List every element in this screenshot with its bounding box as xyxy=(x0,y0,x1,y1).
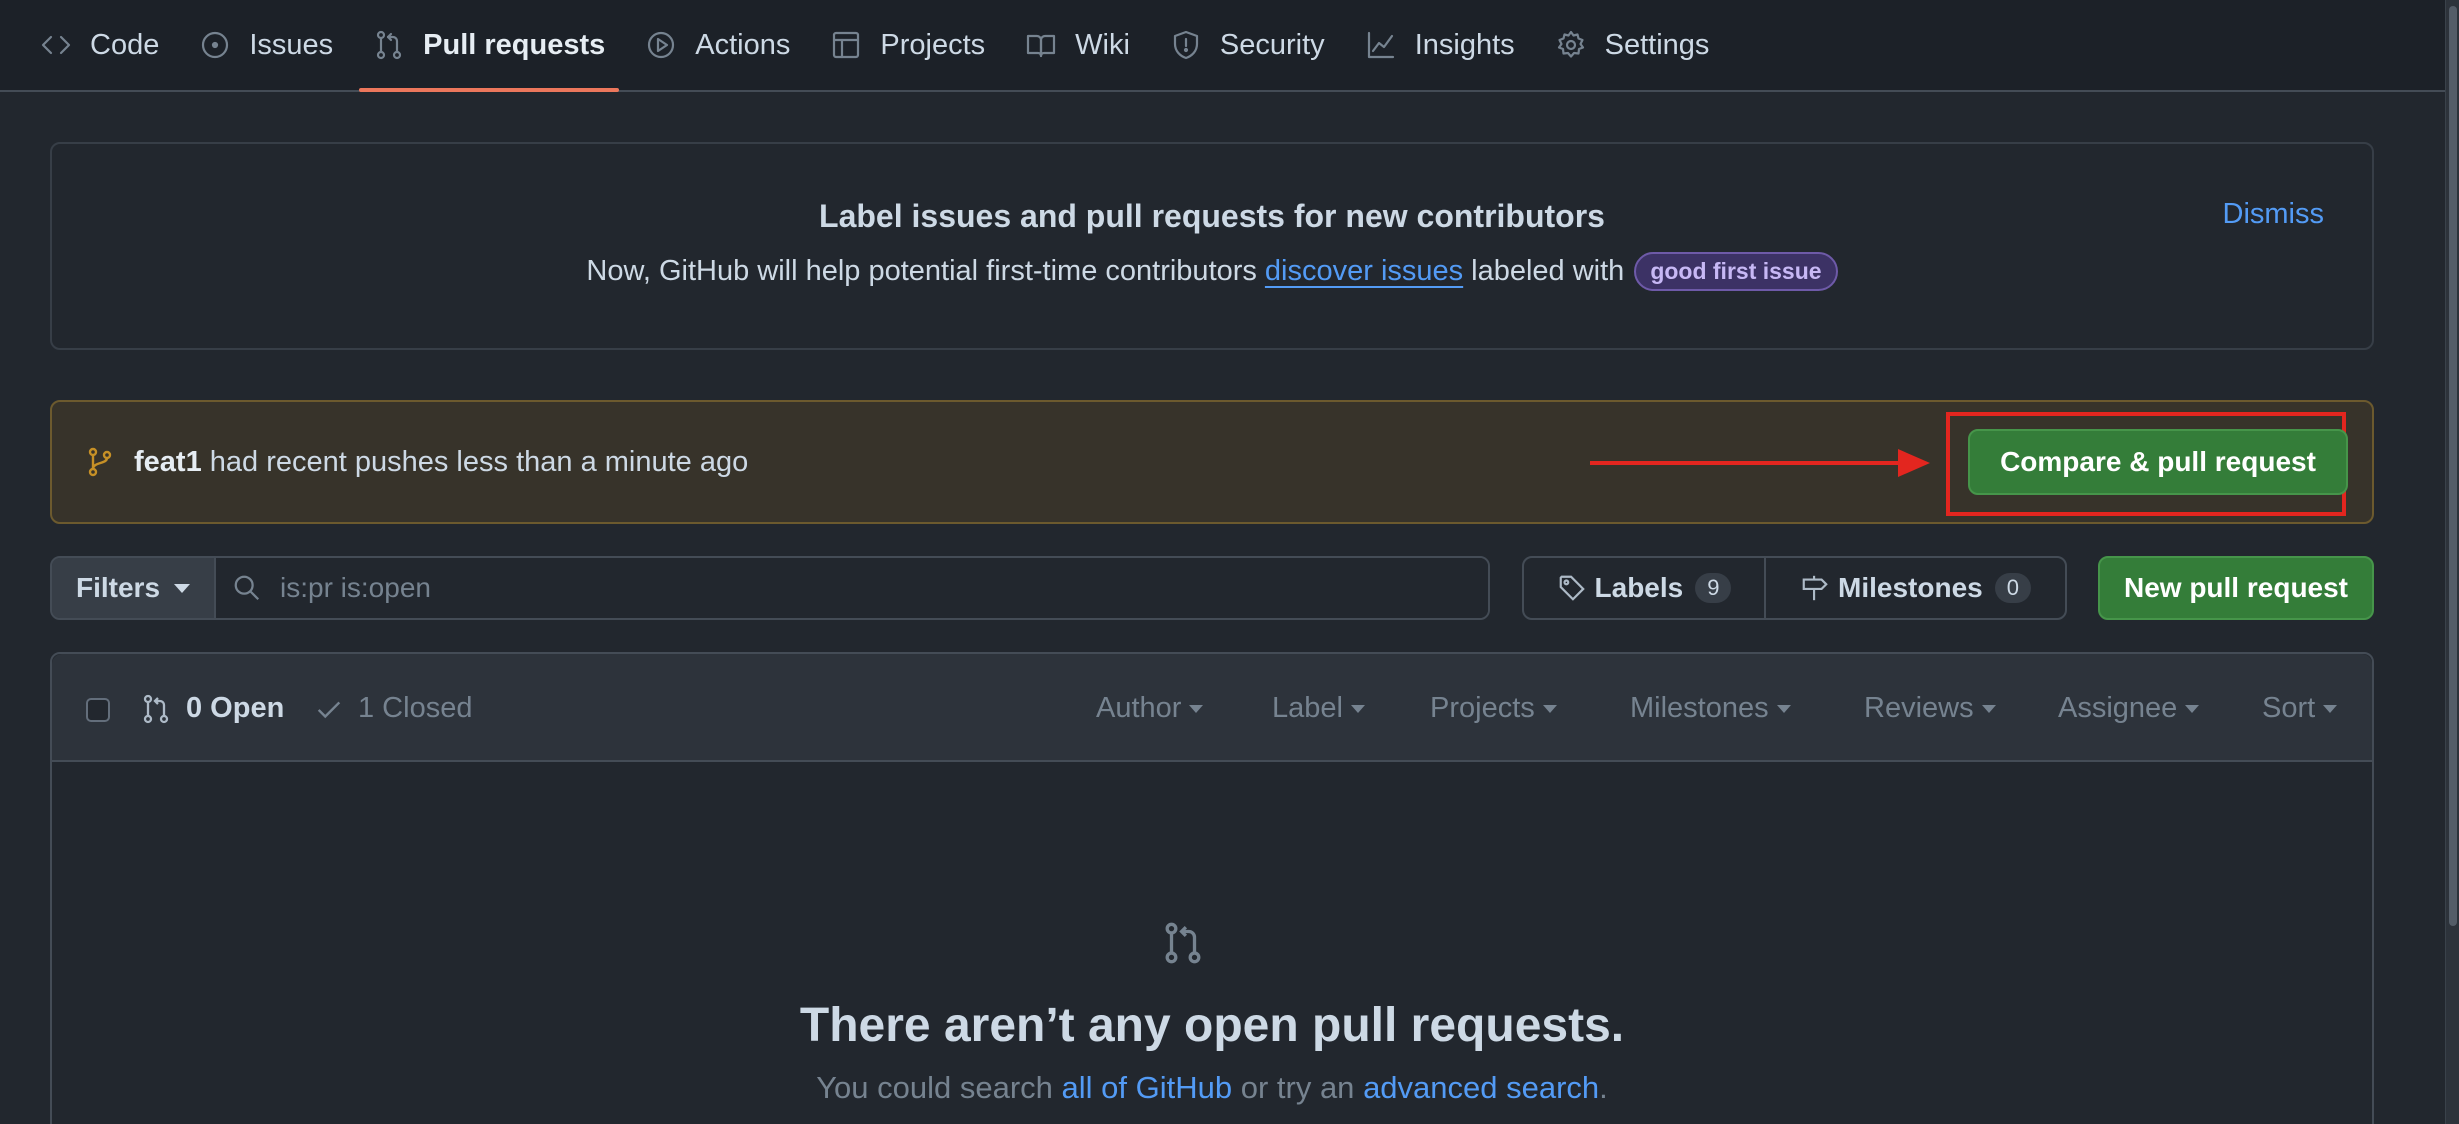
banner-text-after: labeled with xyxy=(1471,255,1625,287)
milestone-icon xyxy=(1802,575,1828,601)
tab-issues[interactable]: Issues xyxy=(185,0,347,90)
issue-icon xyxy=(202,31,229,59)
list-header: 0 Open 1 Closed Author Label Projects Mi… xyxy=(52,654,2372,762)
select-all-checkbox[interactable] xyxy=(86,698,110,722)
tab-actions[interactable]: Actions xyxy=(631,0,804,90)
contributors-banner: Label issues and pull requests for new c… xyxy=(50,142,2374,350)
advanced-search-link[interactable]: advanced search xyxy=(1363,1070,1599,1105)
reviews-filter[interactable]: Reviews xyxy=(1864,692,1996,725)
good-first-issue-label[interactable]: good first issue xyxy=(1634,252,1838,291)
milestones-count: 0 xyxy=(1994,573,2031,603)
tab-insights[interactable]: Insights xyxy=(1351,0,1529,90)
chevron-down-icon xyxy=(1189,704,1204,713)
tab-label: Insights xyxy=(1414,28,1515,61)
tab-pull-requests[interactable]: Pull requests xyxy=(359,0,620,92)
tab-label: Issues xyxy=(249,28,334,61)
filter-menu-label: Author xyxy=(1096,692,1182,724)
filter-menu-label: Reviews xyxy=(1864,692,1974,724)
compare-pull-request-button[interactable]: Compare & pull request xyxy=(1968,429,2348,495)
filter-menu-label: Projects xyxy=(1430,692,1535,724)
milestones-filter[interactable]: Milestones xyxy=(1630,692,1791,725)
discover-issues-link[interactable]: discover issues xyxy=(1265,255,1463,288)
pull-request-icon xyxy=(143,694,169,723)
filter-menu-label: Milestones xyxy=(1630,692,1769,724)
chevron-down-icon xyxy=(2185,704,2200,713)
assignee-filter[interactable]: Assignee xyxy=(2058,692,2200,725)
chevron-down-icon xyxy=(1542,704,1557,713)
labels-label: Labels xyxy=(1594,572,1684,603)
tab-settings[interactable]: Settings xyxy=(1541,0,1724,90)
search-input[interactable]: is:pr is:open xyxy=(216,558,1488,618)
pushes-message: feat1 had recent pushes less than a minu… xyxy=(134,446,748,479)
filters-dropdown[interactable]: Filters xyxy=(52,558,216,618)
banner-text-before: Now, GitHub will help potential first-ti… xyxy=(586,255,1257,287)
pushes-text: had recent pushes less than a minute ago xyxy=(209,446,749,478)
table-icon xyxy=(833,31,860,59)
pull-request-icon xyxy=(377,30,402,60)
chevron-down-icon xyxy=(1981,704,1996,713)
projects-filter[interactable]: Projects xyxy=(1430,692,1557,725)
sort-filter[interactable]: Sort xyxy=(2262,692,2338,725)
tab-code[interactable]: Code xyxy=(26,0,173,90)
filter-bar: Filters is:pr is:open xyxy=(50,556,1490,620)
tab-label: Security xyxy=(1219,28,1325,61)
author-filter[interactable]: Author xyxy=(1096,692,1204,725)
milestones-button[interactable]: Milestones 0 xyxy=(1766,558,2065,618)
filter-menu-label: Sort xyxy=(2262,692,2316,724)
tab-label: Actions xyxy=(695,28,791,61)
chevron-down-icon xyxy=(1776,704,1791,713)
labels-count: 9 xyxy=(1695,573,1732,603)
open-count: 0 Open xyxy=(186,692,285,724)
open-filter[interactable]: 0 Open xyxy=(140,692,284,725)
empty-state-subtitle: You could search all of GitHub or try an… xyxy=(50,1070,2374,1106)
new-pull-request-button[interactable]: New pull request xyxy=(2098,556,2374,620)
pull-request-list: 0 Open 1 Closed Author Label Projects Mi… xyxy=(50,652,2374,1124)
chevron-down-icon xyxy=(2323,704,2338,713)
shield-icon xyxy=(1173,30,1199,60)
tab-label: Wiki xyxy=(1075,28,1130,61)
empty-state-title: There aren’t any open pull requests. xyxy=(799,999,1625,1052)
filter-menu-label: Label xyxy=(1272,692,1343,724)
dismiss-button[interactable]: Dismiss xyxy=(2223,198,2325,231)
scrollbar-thumb[interactable] xyxy=(2449,6,2457,926)
all-of-github-link[interactable]: all of GitHub xyxy=(1062,1070,1233,1105)
gear-icon xyxy=(1557,30,1584,58)
labels-milestones-group: Labels 9 Milestones 0 xyxy=(1522,556,2067,620)
banner-title: Label issues and pull requests for new c… xyxy=(819,198,1605,234)
branch-name[interactable]: feat1 xyxy=(134,446,202,478)
banner-text: Now, GitHub will help potential first-ti… xyxy=(52,252,2372,291)
tab-label: Code xyxy=(90,28,160,61)
code-icon xyxy=(41,35,71,55)
labels-button[interactable]: Labels 9 xyxy=(1524,558,1766,618)
graph-icon xyxy=(1367,31,1394,59)
empty-text-middle: or try an xyxy=(1240,1070,1355,1105)
filters-label: Filters xyxy=(75,572,161,603)
tab-projects[interactable]: Projects xyxy=(816,0,999,90)
annotation-arrow xyxy=(1590,449,1930,477)
label-filter[interactable]: Label xyxy=(1272,692,1365,725)
repo-nav: Code Issues Pull requests Actions Projec… xyxy=(0,0,2445,92)
tag-icon xyxy=(1559,575,1585,601)
empty-text-after: . xyxy=(1599,1070,1608,1105)
empty-text-before: You could search xyxy=(816,1070,1053,1105)
tab-wiki[interactable]: Wiki xyxy=(1011,0,1144,90)
tab-label: Projects xyxy=(880,28,986,61)
play-icon xyxy=(648,31,675,59)
check-icon xyxy=(317,701,341,718)
scrollbar[interactable] xyxy=(2445,0,2459,1124)
book-icon xyxy=(1027,34,1056,58)
pull-request-icon xyxy=(1165,922,1201,964)
tab-label: Pull requests xyxy=(423,28,606,61)
search-icon xyxy=(234,575,260,601)
chevron-down-icon xyxy=(174,583,191,593)
filter-menu-label: Assignee xyxy=(2058,692,2178,724)
search-value[interactable]: is:pr is:open xyxy=(280,572,431,604)
closed-count: 1 Closed xyxy=(358,692,473,724)
tab-label: Settings xyxy=(1604,28,1710,61)
chevron-down-icon xyxy=(1350,704,1365,713)
tab-security[interactable]: Security xyxy=(1156,0,1339,90)
git-branch-icon xyxy=(88,447,112,477)
milestones-label: Milestones xyxy=(1838,572,1983,603)
closed-filter[interactable]: 1 Closed xyxy=(314,692,472,725)
